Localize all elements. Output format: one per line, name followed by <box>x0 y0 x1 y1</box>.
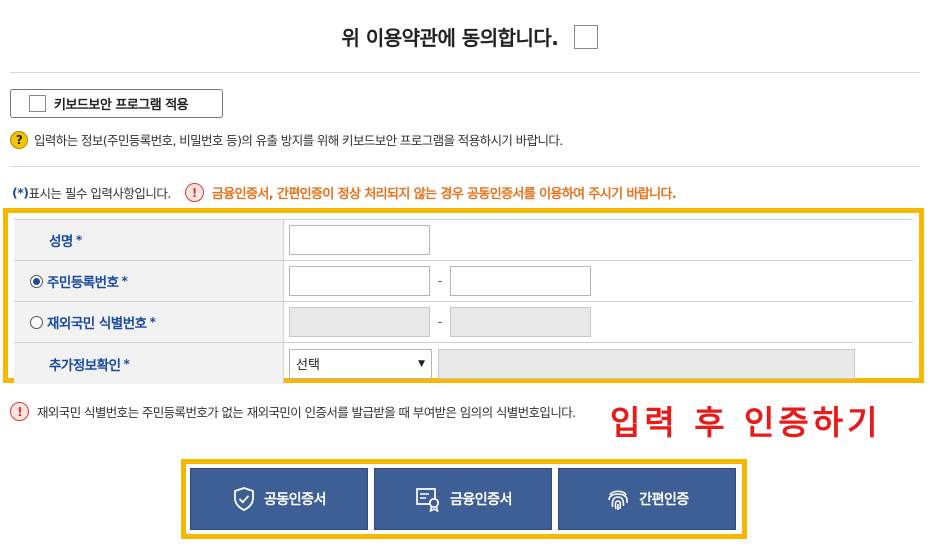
fingerprint-icon <box>608 490 629 510</box>
extra-label-text: 추가정보확인 <box>49 357 121 374</box>
name-input[interactable] <box>289 225 430 255</box>
extra-cell: 선택 ▼ <box>284 343 913 384</box>
keyboard-security-note: ? 입력하는 정보(주민등록번호, 비밀번호 등)의 유출 방지를 위해 키보드… <box>10 130 563 149</box>
keyboard-security-button[interactable]: 키보드보안 프로그램 적용 <box>10 89 223 118</box>
required-mark: * <box>123 356 130 371</box>
joint-certificate-button[interactable]: 공동인증서 <box>190 468 368 530</box>
foreign-cell: - <box>284 302 913 342</box>
foreign-id-back-input[interactable] <box>450 307 591 337</box>
form-row-foreign: 재외국민 식별번호 * - <box>14 302 913 343</box>
dash: - <box>437 273 443 289</box>
keyboard-security-label: 키보드보안 프로그램 적용 <box>54 98 189 113</box>
shield-check-icon <box>234 487 254 511</box>
foreign-radio[interactable] <box>30 315 43 329</box>
extra-label: 추가정보확인 * <box>14 343 284 384</box>
foreign-id-note: ! 재외국민 식별번호는 주민등록번호가 없는 재외국민이 인증서를 발급받을 … <box>10 402 576 421</box>
keyboard-security-note-text: 입력하는 정보(주민등록번호, 비밀번호 등)의 유출 방지를 위해 키보드보안… <box>34 133 563 148</box>
agree-row: 위 이용약관에 동의합니다. <box>0 22 939 54</box>
form-row-name: 성명 * <box>14 220 913 261</box>
auth-buttons-frame: 공동인증서 금융인증서 간편인증 <box>181 459 747 539</box>
enter-then-authenticate-hint: 입력 후 인증하기 <box>610 403 882 442</box>
foreign-label: 재외국민 식별번호 * <box>14 302 284 342</box>
exclamation-icon: ! <box>184 183 204 202</box>
certificate-icon <box>416 488 440 512</box>
required-mark: * <box>149 315 156 329</box>
divider <box>10 166 920 167</box>
resident-number-back-input[interactable] <box>450 266 591 296</box>
required-mark: * <box>121 274 128 288</box>
warning-text: 금융인증서, 간편인증이 정상 처리되지 않는 경우 공동인증서를 이용하여 주… <box>211 187 677 202</box>
dash: - <box>437 314 443 330</box>
resident-cell: - <box>284 261 913 301</box>
form-row-resident: 주민등록번호 * - <box>14 261 913 302</box>
exclamation-icon: ! <box>10 402 29 421</box>
resident-number-front-input[interactable] <box>289 266 430 296</box>
name-label-text: 성명 <box>49 234 73 250</box>
dropdown-arrow-icon: ▼ <box>418 358 425 369</box>
identity-form: 성명 * 주민등록번호 * - 재외국민 식별번호 * - 추가정보확인 * 선… <box>14 219 913 384</box>
resident-label: 주민등록번호 * <box>14 261 284 301</box>
financial-certificate-label: 금융인증서 <box>450 492 512 508</box>
identity-form-frame: 성명 * 주민등록번호 * - 재외국민 식별번호 * - 추가정보확인 * 선… <box>3 208 924 384</box>
warning-notice: ! 금융인증서, 간편인증이 정상 처리되지 않는 경우 공동인증서를 이용하여… <box>184 183 677 202</box>
required-text: 표시는 필수 입력사항입니다. <box>28 186 171 201</box>
name-cell <box>284 220 913 260</box>
required-notice: (*) 표시는 필수 입력사항입니다. ! 금융인증서, 간편인증이 정상 처리… <box>12 183 677 202</box>
form-row-extra: 추가정보확인 * 선택 ▼ <box>14 343 913 384</box>
foreign-id-front-input[interactable] <box>289 307 430 337</box>
required-star: (*) <box>12 185 29 200</box>
divider <box>10 72 920 73</box>
required-mark: * <box>75 233 82 247</box>
select-value: 선택 <box>296 358 320 373</box>
foreign-id-note-text: 재외국민 식별번호는 주민등록번호가 없는 재외국민이 인증서를 발급받을 때 … <box>37 405 576 420</box>
extra-info-input[interactable] <box>438 348 855 379</box>
simple-auth-label: 간편인증 <box>639 492 689 508</box>
financial-certificate-button[interactable]: 금융인증서 <box>374 468 552 530</box>
name-label: 성명 * <box>14 220 284 260</box>
foreign-label-text: 재외국민 식별번호 <box>47 316 147 332</box>
simple-auth-button[interactable]: 간편인증 <box>558 468 736 530</box>
resident-radio[interactable] <box>30 274 43 288</box>
extra-info-select[interactable]: 선택 ▼ <box>289 348 432 379</box>
joint-certificate-label: 공동인증서 <box>264 492 326 508</box>
agree-text: 위 이용약관에 동의합니다. <box>341 26 559 50</box>
resident-label-text: 주민등록번호 <box>47 275 119 291</box>
keyboard-security-checkbox[interactable] <box>29 95 46 112</box>
question-icon: ? <box>10 130 28 149</box>
agree-checkbox[interactable] <box>573 24 598 49</box>
